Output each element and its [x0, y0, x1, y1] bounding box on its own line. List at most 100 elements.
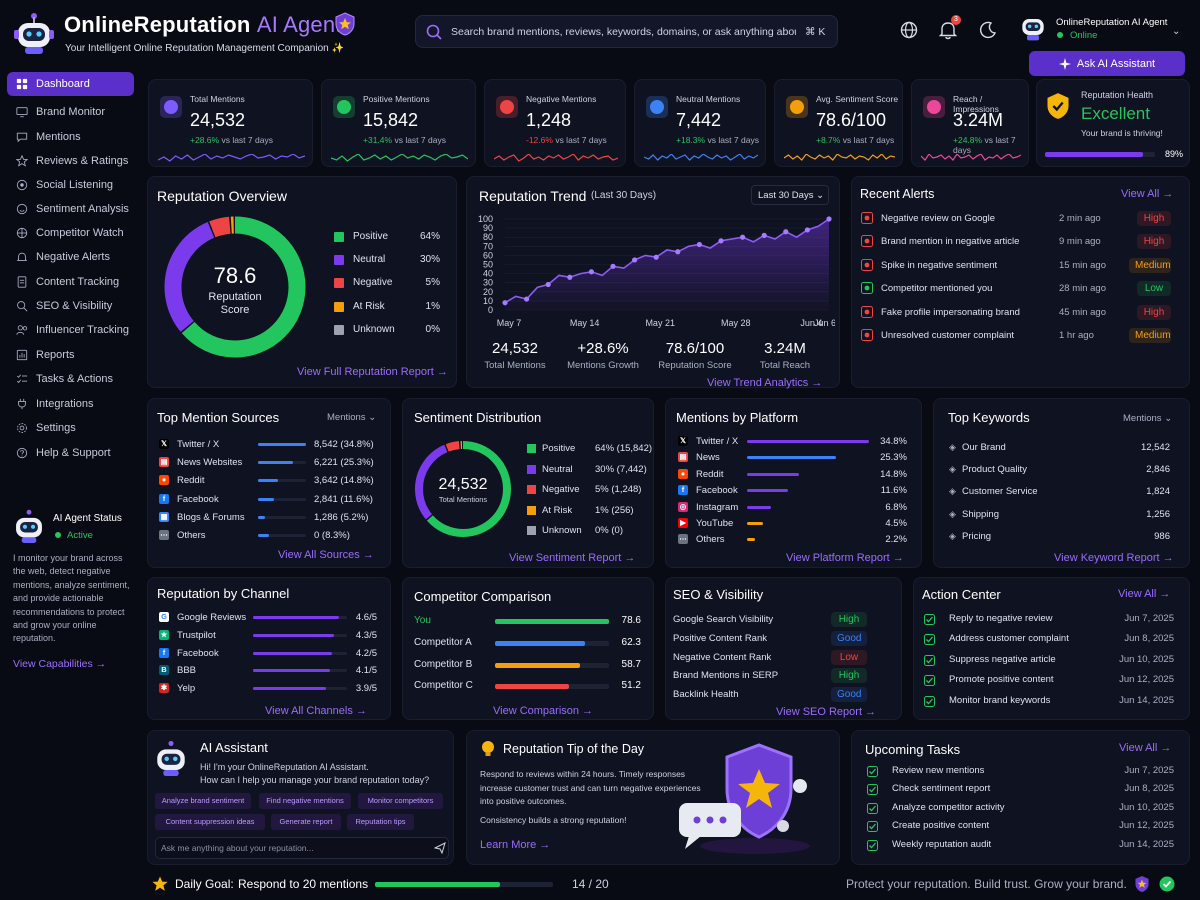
sidebar-item-mentions[interactable]: Mentions	[7, 125, 134, 149]
task-name: Monitor brand keywords	[949, 694, 1051, 706]
sidebar-item-seo-visibility[interactable]: SEO & Visibility	[7, 294, 134, 318]
action-center-view-all-link[interactable]: View All →	[1118, 588, 1170, 600]
chevron-down-icon: ⌄	[368, 412, 377, 423]
view-trend-analytics-link[interactable]: View Trend Analytics →	[707, 377, 822, 389]
sidebar-item-integrations[interactable]: Integrations	[7, 392, 134, 416]
checkbox-checked[interactable]	[924, 614, 935, 625]
chat-icon	[15, 131, 28, 144]
checkbox-checked[interactable]	[867, 802, 878, 814]
sidebar-item-competitor-watch[interactable]: Competitor Watch	[7, 221, 134, 245]
agent-status-title: AI Agent Status	[53, 513, 122, 524]
checkbox-checked[interactable]	[867, 784, 878, 796]
suggestion-chip[interactable]: Analyze brand sentiment	[155, 793, 251, 809]
facebook-icon: f	[678, 485, 688, 496]
checkbox-checked[interactable]	[924, 675, 935, 687]
mention-sources-card: Top Mention Sources Mentions ⌄ View All …	[147, 398, 391, 568]
user-avatar[interactable]	[1019, 12, 1047, 42]
search-input[interactable]: Search brand mentions, reviews, keywords…	[451, 26, 796, 38]
view-seo-report-link[interactable]: View SEO Report →	[776, 706, 876, 718]
sources-filter[interactable]: Mentions ⌄	[327, 412, 376, 423]
checkbox-checked[interactable]	[924, 654, 935, 666]
twitter-icon: 𝕏	[678, 436, 688, 446]
alert-shield-icon	[494, 94, 520, 120]
source-bar	[258, 515, 306, 519]
globe-icon[interactable]	[900, 21, 918, 39]
moon-icon[interactable]	[979, 21, 997, 39]
suggestion-chip[interactable]: Generate report	[271, 814, 341, 830]
sidebar-item-sentiment-analysis[interactable]: Sentiment Analysis	[7, 197, 134, 221]
sidebar-item-influencer-tracking[interactable]: Influencer Tracking	[7, 318, 134, 342]
view-all-sources-link[interactable]: View All Sources →	[278, 549, 374, 561]
tasks-view-all-link[interactable]: View All →	[1119, 742, 1171, 754]
trend-range-value: Last 30 Days	[758, 190, 814, 201]
source-bar	[258, 479, 306, 483]
reputation-trend-card: Reputation Trend (Last 30 Days) Last 30 …	[466, 176, 840, 389]
send-icon[interactable]	[434, 842, 446, 854]
task-date: Jun 7, 2025	[1124, 765, 1174, 776]
suggestion-chip[interactable]: Content suppression ideas	[155, 814, 265, 830]
plug-icon	[15, 398, 28, 411]
checkbox-checked[interactable]	[867, 821, 878, 833]
sidebar-item-help-support[interactable]: Help & Support	[7, 441, 134, 465]
view-platform-report-link[interactable]: View Platform Report →	[786, 552, 904, 564]
alert-text[interactable]: Negative review on Google	[881, 213, 995, 224]
view-sentiment-report-link[interactable]: View Sentiment Report →	[509, 552, 635, 564]
view-keyword-report-link[interactable]: View Keyword Report →	[1054, 552, 1174, 564]
search-bar[interactable]: Search brand mentions, reviews, keywords…	[415, 15, 838, 48]
assistant-input-placeholder: Ask me anything about your reputation...	[161, 843, 314, 853]
alert-text[interactable]: Fake profile impersonating brand	[881, 307, 1020, 318]
alert-time: 15 min ago	[1059, 259, 1107, 271]
alert-text[interactable]: Competitor mentioned you	[881, 283, 992, 294]
trend-stat-label: Total Reach	[759, 360, 811, 371]
keywords-filter[interactable]: Mentions ⌄	[1123, 413, 1172, 424]
checkbox-checked[interactable]	[924, 634, 935, 646]
checkbox-checked[interactable]	[867, 839, 878, 851]
sidebar-item-settings[interactable]: Settings	[7, 416, 134, 440]
stat-change: +18.3% vs last 7 days	[676, 135, 759, 145]
stat-card-negative-mentions: Negative Mentions 1,248 -12.6% vs last 7 d…	[484, 79, 626, 167]
chevron-down-icon[interactable]: ⌄	[1172, 26, 1180, 37]
sidebar-item-reports[interactable]: Reports	[7, 343, 134, 367]
alert-text[interactable]: Unresolved customer complaint	[881, 330, 1014, 341]
platform-value: 34.8%	[880, 436, 907, 447]
view-comparison-link[interactable]: View Comparison →	[493, 705, 593, 717]
view-all-channels-link[interactable]: View All Channels →	[265, 705, 367, 717]
sidebar-item-social-listening[interactable]: Social Listening	[7, 173, 134, 197]
checkbox-checked[interactable]	[867, 766, 878, 777]
sidebar-item-negative-alerts[interactable]: Negative Alerts	[7, 245, 134, 269]
suggestion-chip[interactable]: Reputation tips	[347, 814, 414, 830]
rocket-icon	[331, 94, 357, 120]
sidebar-item-content-tracking[interactable]: Content Tracking	[7, 270, 134, 294]
checkbox-checked[interactable]	[924, 695, 935, 707]
source-bar	[258, 534, 306, 537]
trend-point	[761, 232, 767, 238]
assistant-input[interactable]: Ask me anything about your reputation...	[155, 837, 449, 859]
ask-ai-button[interactable]: Ask AI Assistant	[1029, 51, 1185, 76]
sidebar-item-reviews-ratings[interactable]: Reviews & Ratings	[7, 149, 134, 173]
keyword-name: Our Brand	[962, 442, 1006, 453]
task-date: Jun 12, 2025	[1119, 674, 1174, 686]
sparkline	[644, 154, 758, 161]
sidebar-item-brand-monitor[interactable]: Brand Monitor	[7, 100, 134, 124]
stat-card-positive-mentions: Positive Mentions 15,842 +31.4% vs last 7 …	[321, 79, 476, 167]
agent-robot-icon	[12, 508, 46, 544]
alert-text[interactable]: Brand mention in negative article	[881, 236, 1019, 247]
keywords-title: Top Keywords	[948, 410, 1030, 425]
sidebar-item-tasks-actions[interactable]: Tasks & Actions	[7, 367, 134, 391]
keyword-icon: ◈	[949, 508, 956, 519]
suggestion-chip[interactable]: Find negative mentions	[259, 793, 351, 809]
suggestion-chip[interactable]: Monitor competitors	[358, 793, 443, 809]
sidebar-item-dashboard[interactable]: Dashboard	[7, 72, 134, 96]
search-icon	[426, 24, 442, 40]
trend-range-select[interactable]: Last 30 Days ⌄	[751, 185, 829, 205]
top-keywords-card: Top Keywords Mentions ⌄ View Keyword Rep…	[933, 398, 1190, 568]
notification-badge: 3	[951, 15, 961, 25]
view-reputation-report-link[interactable]: View Full Reputation Report →	[297, 366, 448, 378]
task-name: Suppress negative article	[949, 653, 1056, 665]
legend-value: 5% (1,248)	[595, 484, 642, 496]
view-capabilities-link[interactable]: View Capabilities →	[13, 658, 106, 670]
learn-more-link[interactable]: Learn More →	[480, 839, 550, 851]
action-center-title: Action Center	[922, 587, 1001, 602]
alert-text[interactable]: Spike in negative sentiment	[881, 260, 997, 271]
alerts-view-all-link[interactable]: View All →	[1121, 188, 1173, 200]
